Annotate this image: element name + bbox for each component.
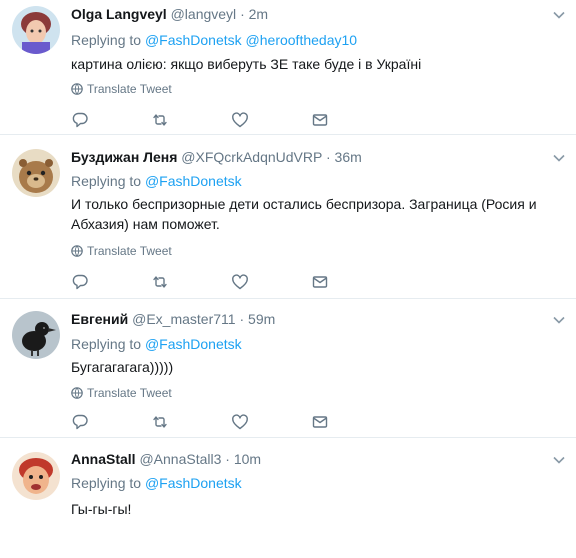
replying-prefix: Replying to: [71, 32, 142, 48]
message-icon[interactable]: [311, 273, 329, 291]
tweet-item[interactable]: Евгений @Ex_master711 · 59m Replying to …: [0, 299, 576, 438]
tweet-header: Буздижан Леня @XFQcrkAdqnUdVRP · 36m: [71, 149, 362, 165]
replying-prefix: Replying to: [71, 336, 142, 352]
translate-label: Translate Tweet: [87, 82, 172, 96]
author-handle[interactable]: @Ex_master711: [132, 311, 235, 327]
avatar-crow-icon: [12, 311, 60, 359]
author-name[interactable]: Olga Langveyl: [71, 6, 167, 22]
reply-icon[interactable]: [71, 111, 89, 129]
tweet-text: Бугагагагага))))): [71, 359, 174, 375]
separator-dot: ·: [239, 311, 245, 327]
reply-icon[interactable]: [71, 413, 89, 431]
separator-dot: ·: [225, 451, 230, 467]
tweet-text: И только беспризорные дети остались бесп…: [71, 196, 537, 232]
like-icon[interactable]: [231, 273, 249, 291]
tweet-time[interactable]: 10m: [234, 451, 261, 467]
chevron-down-icon[interactable]: [552, 453, 566, 467]
retweet-icon[interactable]: [151, 273, 169, 291]
tweet-actions: [71, 273, 331, 291]
replying-to: Replying to @FashDonetsk: [71, 173, 242, 189]
mention-link[interactable]: @FashDonetsk: [145, 173, 242, 189]
tweet-text: Гы-гы-гы!: [71, 501, 132, 517]
like-icon[interactable]: [231, 413, 249, 431]
reply-icon[interactable]: [71, 273, 89, 291]
separator-dot: ·: [325, 149, 331, 165]
replying-to: Replying to @FashDonetsk @herooftheday10: [71, 32, 357, 48]
tweet-header: Olga Langveyl @langveyl · 2m: [71, 6, 268, 22]
message-icon[interactable]: [311, 111, 329, 129]
message-icon[interactable]: [311, 413, 329, 431]
translate-link[interactable]: Translate Tweet: [71, 244, 172, 258]
tweet-time[interactable]: 36m: [335, 149, 362, 165]
tweet-item[interactable]: Буздижан Леня @XFQcrkAdqnUdVRP · 36m Rep…: [0, 135, 576, 299]
translate-link[interactable]: Translate Tweet: [71, 82, 172, 96]
tweet-actions: [71, 413, 331, 431]
translate-link[interactable]: Translate Tweet: [71, 386, 172, 400]
chevron-down-icon[interactable]: [552, 313, 566, 327]
separator-dot: ·: [240, 6, 245, 22]
like-icon[interactable]: [231, 111, 249, 129]
tweet-header: Евгений @Ex_master711 · 59m: [71, 311, 275, 327]
tweet-item[interactable]: AnnaStall @AnnaStall3 · 10m Replying to …: [0, 438, 576, 558]
mention-link[interactable]: @FashDonetsk: [145, 32, 242, 48]
author-name[interactable]: AnnaStall: [71, 451, 136, 467]
replying-prefix: Replying to: [71, 475, 142, 491]
author-handle[interactable]: @langveyl: [171, 6, 237, 22]
translate-label: Translate Tweet: [87, 386, 172, 400]
tweet-actions: [71, 111, 331, 129]
chevron-down-icon[interactable]: [552, 8, 566, 22]
avatar[interactable]: [12, 6, 60, 54]
retweet-icon[interactable]: [151, 111, 169, 129]
avatar-face-icon: [12, 452, 60, 500]
mention-link[interactable]: @FashDonetsk: [145, 336, 242, 352]
replying-to: Replying to @FashDonetsk: [71, 475, 242, 491]
globe-icon: [71, 387, 83, 399]
translate-label: Translate Tweet: [87, 244, 172, 258]
mention-link[interactable]: @FashDonetsk: [145, 475, 242, 491]
replying-prefix: Replying to: [71, 173, 142, 189]
avatar-groundhog-icon: [12, 149, 60, 197]
mention-link[interactable]: @herooftheday10: [246, 32, 358, 48]
avatar-woman-icon: [12, 6, 60, 54]
globe-icon: [71, 245, 83, 257]
author-name[interactable]: Буздижан Леня: [71, 149, 177, 165]
tweet-header: AnnaStall @AnnaStall3 · 10m: [71, 451, 261, 467]
author-handle[interactable]: @XFQcrkAdqnUdVRP: [181, 149, 322, 165]
tweet-item[interactable]: Olga Langveyl @langveyl · 2m Replying to…: [0, 0, 576, 135]
avatar[interactable]: [12, 452, 60, 500]
author-name[interactable]: Евгений: [71, 311, 128, 327]
tweet-time[interactable]: 2m: [249, 6, 268, 22]
avatar[interactable]: [12, 149, 60, 197]
avatar[interactable]: [12, 311, 60, 359]
tweet-time[interactable]: 59m: [248, 311, 275, 327]
globe-icon: [71, 83, 83, 95]
tweet-text: картина олією: якщо виберуть ЗЕ таке буд…: [71, 56, 422, 72]
retweet-icon[interactable]: [151, 413, 169, 431]
chevron-down-icon[interactable]: [552, 151, 566, 165]
author-handle[interactable]: @AnnaStall3: [139, 451, 221, 467]
replying-to: Replying to @FashDonetsk: [71, 336, 242, 352]
